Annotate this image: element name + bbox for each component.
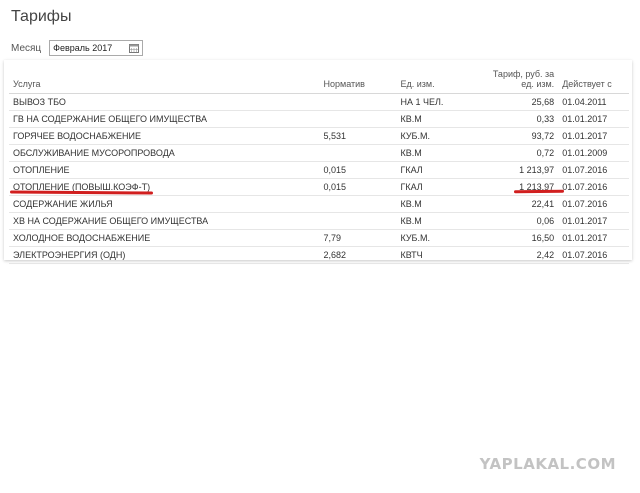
cell-service: СОДЕРЖАНИЕ ЖИЛЬЯ (9, 195, 320, 213)
watermark-logo: YAPLAKAL.COM (479, 455, 616, 473)
cell-unit: КВ.М (396, 212, 478, 230)
cell-date: 01.07.2016 (558, 161, 629, 179)
table-row: СОДЕРЖАНИЕ ЖИЛЬЯ КВ.М 22,41 01.07.2016 (9, 195, 629, 213)
annotation-underline-tariff (513, 189, 565, 194)
cell-norm (319, 110, 397, 128)
cell-tariff: 2,42 (477, 246, 559, 264)
table-row: ГВ НА СОДЕРЖАНИЕ ОБЩЕГО ИМУЩЕСТВА КВ.М 0… (9, 110, 629, 128)
header-tariff: Тариф, руб. за ед. изм. (477, 65, 559, 94)
table-header-row: Услуга Норматив Ед. изм. Тариф, руб. за … (9, 65, 629, 94)
cell-date: 01.07.2016 (558, 195, 629, 213)
cell-date: 01.01.2017 (558, 212, 629, 230)
cell-service: ГВ НА СОДЕРЖАНИЕ ОБЩЕГО ИМУЩЕСТВА (9, 110, 320, 128)
table-row: ХВ НА СОДЕРЖАНИЕ ОБЩЕГО ИМУЩЕСТВА КВ.М 0… (9, 212, 629, 230)
header-tariff-line1: Тариф, руб. за (492, 69, 555, 79)
cell-tariff: 0,06 (477, 212, 559, 230)
header-date: Действует с (558, 65, 629, 94)
cell-norm (319, 195, 397, 213)
cell-norm (319, 93, 397, 111)
cell-tariff: 22,41 (477, 195, 559, 213)
cell-unit: НА 1 ЧЕЛ. (396, 93, 478, 111)
cell-unit: ГКАЛ (396, 161, 478, 179)
cell-unit: КУБ.М. (396, 229, 478, 247)
cell-unit: ГКАЛ (396, 178, 478, 196)
cell-unit: КВТЧ (396, 246, 478, 264)
cell-date: 01.07.2016 (558, 246, 629, 264)
cell-tariff: 0,72 (477, 144, 559, 162)
cell-tariff: 93,72 (477, 127, 559, 145)
header-norm: Норматив (319, 65, 397, 94)
cell-service: ОТОПЛЕНИЕ (9, 161, 320, 179)
calendar-icon[interactable] (129, 43, 140, 53)
table-row: ОБСЛУЖИВАНИЕ МУСОРОПРОВОДА КВ.М 0,72 01.… (9, 144, 629, 162)
month-value: Февраль 2017 (53, 43, 113, 53)
cell-tariff: 25,68 (477, 93, 559, 111)
cell-service: ЭЛЕКТРОЭНЕРГИЯ (ОДН) (9, 246, 320, 264)
cell-norm: 0,015 (319, 161, 397, 179)
table-row: ОТОПЛЕНИЕ 0,015 ГКАЛ 1 213,97 01.07.2016 (9, 161, 629, 179)
cell-unit: КВ.М (396, 195, 478, 213)
cell-date: 01.01.2017 (558, 229, 629, 247)
cell-service: ГОРЯЧЕЕ ВОДОСНАБЖЕНИЕ (9, 127, 320, 145)
header-service: Услуга (9, 65, 320, 94)
cell-norm: 5,531 (319, 127, 397, 145)
cell-norm: 0,015 (319, 178, 397, 196)
cell-date: 01.01.2017 (558, 127, 629, 145)
cell-date: 01.01.2009 (558, 144, 629, 162)
cell-tariff: 1 213,97 (477, 161, 559, 179)
cell-service: ОБСЛУЖИВАНИЕ МУСОРОПРОВОДА (9, 144, 320, 162)
month-date-input[interactable]: Февраль 2017 (49, 40, 144, 56)
cell-norm: 2,682 (319, 246, 397, 264)
tariffs-table: Услуга Норматив Ед. изм. Тариф, руб. за … (9, 65, 629, 264)
cell-unit: КВ.М (396, 144, 478, 162)
table-row: ВЫВОЗ ТБО НА 1 ЧЕЛ. 25,68 01.04.2011 (9, 93, 629, 111)
cell-norm (319, 144, 397, 162)
cell-norm (319, 212, 397, 230)
page-title: Тарифы (11, 8, 72, 25)
cell-unit: КВ.М (396, 110, 478, 128)
cell-unit: КУБ.М. (396, 127, 478, 145)
table-row: ГОРЯЧЕЕ ВОДОСНАБЖЕНИЕ 5,531 КУБ.М. 93,72… (9, 127, 629, 145)
cell-tariff: 16,50 (477, 229, 559, 247)
table-row: ЭЛЕКТРОЭНЕРГИЯ (ОДН) 2,682 КВТЧ 2,42 01.… (9, 246, 629, 264)
cell-service: ВЫВОЗ ТБО (9, 93, 320, 111)
cell-norm: 7,79 (319, 229, 397, 247)
header-tariff-line2: ед. изм. (521, 79, 555, 89)
cell-service: ХВ НА СОДЕРЖАНИЕ ОБЩЕГО ИМУЩЕСТВА (9, 212, 320, 230)
cell-date: 01.04.2011 (558, 93, 629, 111)
cell-date: 01.07.2016 (558, 178, 629, 196)
month-filter: Месяц Февраль 2017 (11, 40, 144, 56)
cell-service: ХОЛОДНОЕ ВОДОСНАБЖЕНИЕ (9, 229, 320, 247)
cell-date: 01.01.2017 (558, 110, 629, 128)
header-unit: Ед. изм. (396, 65, 478, 94)
cell-tariff: 0,33 (477, 110, 559, 128)
tariffs-panel: Услуга Норматив Ед. изм. Тариф, руб. за … (4, 60, 632, 264)
table-row: ХОЛОДНОЕ ВОДОСНАБЖЕНИЕ 7,79 КУБ.М. 16,50… (9, 229, 629, 247)
month-label: Месяц (11, 42, 42, 54)
